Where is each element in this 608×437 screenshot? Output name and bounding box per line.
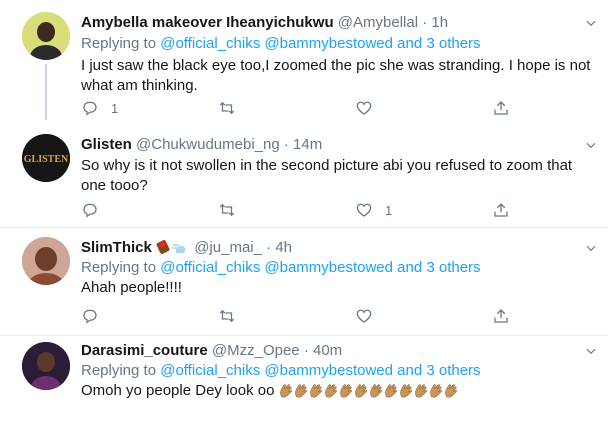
clapping-hands-emoji: [309, 384, 322, 398]
share-icon: [494, 101, 508, 115]
like-count: 1: [385, 202, 393, 218]
tweet-header: Glisten @Chukwudumebi_ng · 14m: [81, 136, 322, 154]
like-button[interactable]: 1: [355, 200, 392, 220]
retweet-icon: [219, 101, 235, 115]
display-name[interactable]: Glisten: [81, 136, 132, 153]
retweet-icon: [219, 309, 235, 323]
name-emoji-icons: [156, 239, 186, 254]
separator-dot: ·: [303, 342, 309, 359]
replying-to: Replying to @official_chiks @bammybestow…: [81, 35, 481, 53]
tweet-text: Ahah people!!!!: [81, 279, 182, 296]
retweet-button[interactable]: [218, 98, 248, 118]
separator-dot: ·: [283, 136, 289, 153]
replying-to-users[interactable]: @official_chiks @bammybestowed and 3 oth…: [160, 259, 480, 276]
clapping-hands-emoji: [384, 384, 397, 398]
tweet-darasimi[interactable]: Darasimi_couture @Mzz_Opee · 40m Replyin…: [0, 336, 608, 437]
tweet-actions: [81, 306, 511, 326]
display-name[interactable]: Amybella makeover Iheanyichukwu: [81, 14, 334, 31]
like-button[interactable]: [355, 306, 385, 326]
retweet-button[interactable]: [218, 306, 248, 326]
user-handle[interactable]: @Chukwudumebi_ng: [136, 136, 280, 153]
clapping-hands-emoji: [444, 384, 457, 398]
clapping-hands-emoji: [294, 384, 307, 398]
display-name[interactable]: Darasimi_couture: [81, 342, 208, 359]
reply-button[interactable]: 1: [81, 98, 118, 118]
reply-icon: [83, 203, 97, 218]
tweet-text: Omoh yo people Dey look oo: [81, 382, 275, 399]
replying-to-users[interactable]: @official_chiks @bammybestowed and 3 oth…: [160, 35, 480, 52]
chevron-down-icon[interactable]: [584, 241, 598, 255]
avatar-logo-text: GLISTEN: [24, 154, 69, 165]
user-handle[interactable]: @Mzz_Opee: [212, 342, 300, 359]
avatar[interactable]: GLISTEN: [22, 134, 70, 182]
tweet-slimthick[interactable]: SlimThick @ju_mai_ · 4h Replying to @off…: [0, 228, 608, 334]
clapping-hands-emoji: [354, 384, 367, 398]
clapping-hands-emoji: [429, 384, 442, 398]
share-icon: [494, 203, 508, 217]
tweet-feed: Amybella makeover Iheanyichukwu @Amybell…: [0, 0, 608, 437]
clapping-hands-emoji: [414, 384, 427, 398]
reply-button[interactable]: [81, 306, 111, 326]
tweet-header: Amybella makeover Iheanyichukwu @Amybell…: [81, 14, 448, 32]
like-icon: [356, 309, 372, 323]
thread-line: [45, 64, 47, 120]
display-name[interactable]: SlimThick: [81, 239, 152, 256]
separator-dot: ·: [422, 14, 428, 31]
timestamp[interactable]: 14m: [293, 136, 322, 153]
tweet-amybella[interactable]: Amybella makeover Iheanyichukwu @Amybell…: [0, 0, 608, 124]
timestamp[interactable]: 1h: [431, 14, 448, 31]
chevron-down-icon[interactable]: [584, 344, 598, 358]
emoji-row: [279, 382, 459, 399]
replying-to-label: Replying to: [81, 362, 157, 379]
tweet-text: So why is it not swollen in the second p…: [81, 157, 573, 194]
clapping-hands-emoji: [399, 384, 412, 398]
clapping-hands-emoji: [339, 384, 352, 398]
tweet-text: I just saw the black eye too,I zoomed th…: [81, 57, 591, 94]
separator-dot: ·: [266, 239, 272, 256]
share-icon: [494, 309, 508, 323]
tweet-text-row: Omoh yo people Dey look oo: [81, 381, 591, 401]
share-button[interactable]: [492, 98, 510, 118]
tweet-actions: 1: [81, 200, 511, 220]
share-button[interactable]: [492, 200, 510, 220]
retweet-button[interactable]: [218, 200, 248, 220]
chevron-down-icon[interactable]: [584, 138, 598, 152]
tweet-header: Darasimi_couture @Mzz_Opee · 40m: [81, 342, 342, 360]
like-icon: [356, 203, 372, 217]
chevron-down-icon[interactable]: [584, 16, 598, 30]
tweet-header: SlimThick @ju_mai_ · 4h: [81, 239, 292, 257]
avatar[interactable]: [22, 12, 70, 60]
share-button[interactable]: [492, 306, 510, 326]
reply-count: 1: [111, 100, 119, 116]
timestamp[interactable]: 4h: [275, 239, 292, 256]
clapping-hands-emoji: [324, 384, 337, 398]
replying-to-users[interactable]: @official_chiks @bammybestowed and 3 oth…: [160, 362, 480, 379]
replying-to-label: Replying to: [81, 259, 157, 276]
tweet-actions: 1: [81, 98, 511, 118]
avatar[interactable]: [22, 342, 70, 390]
avatar[interactable]: [22, 237, 70, 285]
reply-icon: [83, 309, 97, 324]
reply-icon: [83, 101, 97, 116]
replying-to: Replying to @official_chiks @bammybestow…: [81, 362, 481, 380]
clapping-hands-emoji: [369, 384, 382, 398]
like-icon: [356, 101, 372, 115]
replying-to: Replying to @official_chiks @bammybestow…: [81, 259, 481, 277]
user-handle[interactable]: @Amybellal: [338, 14, 418, 31]
like-button[interactable]: [355, 98, 385, 118]
clapping-hands-emoji: [279, 384, 292, 398]
replying-to-label: Replying to: [81, 35, 157, 52]
retweet-icon: [219, 203, 235, 217]
timestamp[interactable]: 40m: [313, 342, 342, 359]
reply-button[interactable]: [81, 200, 111, 220]
user-handle[interactable]: @ju_mai_: [194, 239, 262, 256]
tweet-glisten[interactable]: GLISTEN Glisten @Chukwudumebi_ng · 14m S…: [0, 124, 608, 226]
